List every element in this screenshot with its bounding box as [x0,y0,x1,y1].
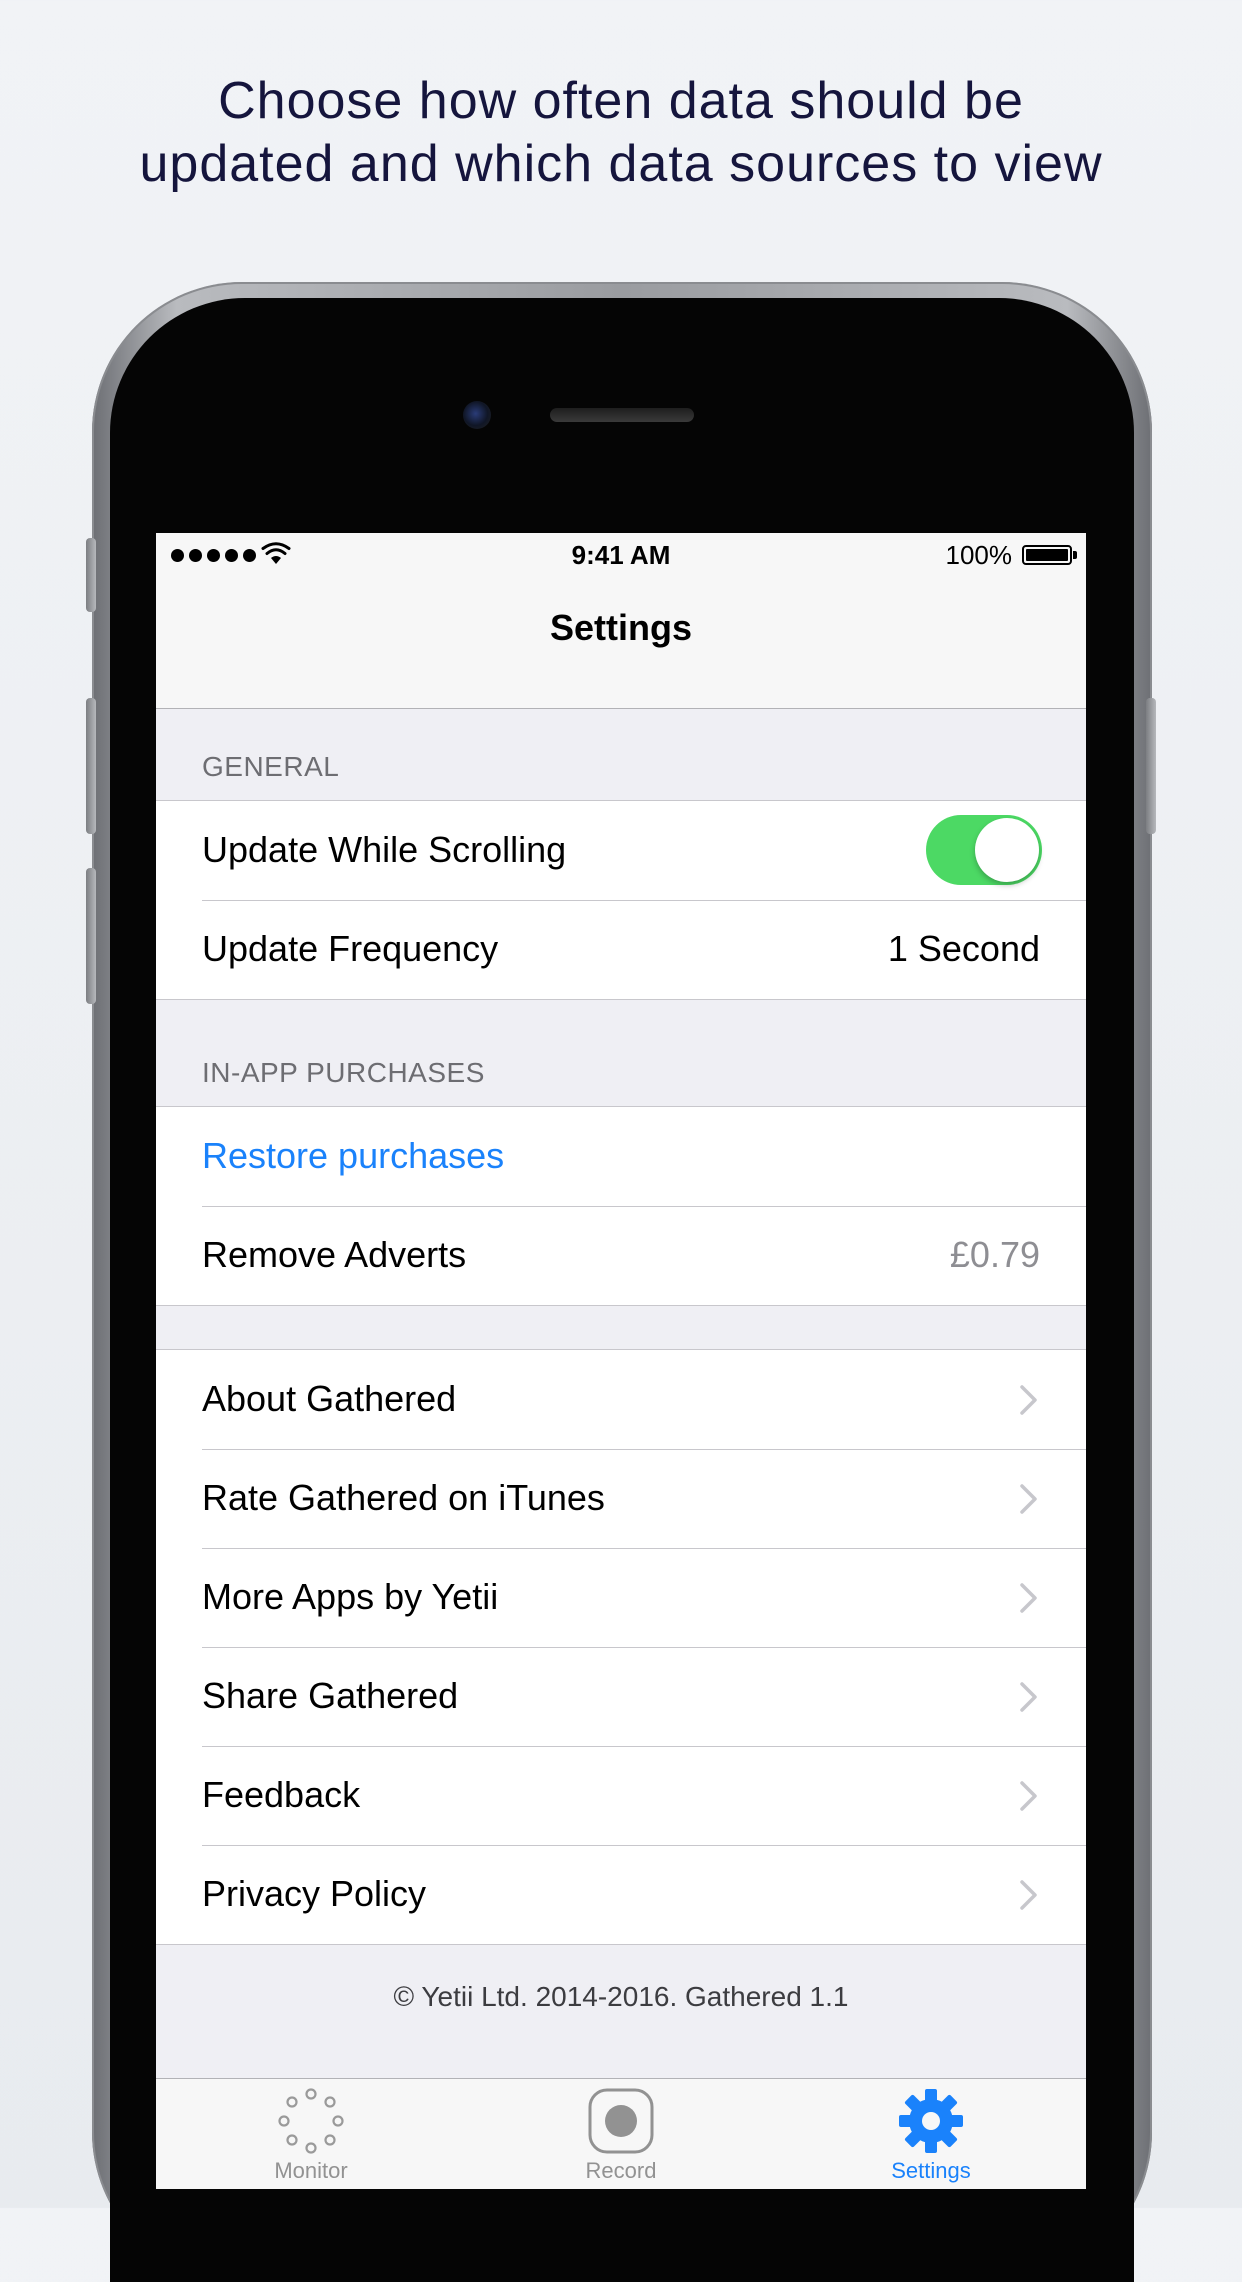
row-label: About Gathered [202,1378,457,1419]
tab-settings[interactable]: Settings [776,2079,1086,2189]
tab-label: Record [585,2158,657,2183]
row-label: Update Frequency [202,928,499,969]
monitor-icon [278,2088,344,2154]
headline: Choose how often data should be updated … [0,70,1242,196]
earpiece-speaker [550,408,694,422]
row-update-while-scrolling: Update While Scrolling [156,801,1086,900]
row-about-gathered[interactable]: About Gathered [156,1350,1086,1449]
row-label: Update While Scrolling [202,829,567,870]
mute-switch [86,538,96,612]
row-privacy-policy[interactable]: Privacy Policy [156,1845,1086,1944]
toggle-knob [975,818,1039,882]
tab-monitor[interactable]: Monitor [156,2079,466,2189]
restore-purchases-link: Restore purchases [202,1135,505,1176]
row-label: More Apps by Yetii [202,1576,499,1617]
volume-up-button [86,698,96,834]
chevron-right-icon [1020,1484,1037,1514]
battery-percentage: 100% [945,540,1013,570]
row-more-apps[interactable]: More Apps by Yetii [156,1548,1086,1647]
row-feedback[interactable]: Feedback [156,1746,1086,1845]
row-label: Privacy Policy [202,1873,427,1914]
record-icon [588,2088,654,2154]
chevron-right-icon [1020,1583,1037,1613]
status-bar: 9:41 AM 100% [156,533,1086,577]
power-button [1146,698,1156,834]
section-header-general: GENERAL [202,751,340,782]
row-update-frequency[interactable]: Update Frequency 1 Second [156,900,1086,999]
row-label: Remove Adverts [202,1234,467,1275]
tab-bar: Monitor Record Settings [156,2078,1086,2189]
row-rate-on-itunes[interactable]: Rate Gathered on iTunes [156,1449,1086,1548]
section-header-in-app-purchases: IN-APP PURCHASES [202,1057,485,1088]
battery-nub [1073,551,1077,559]
update-frequency-value: 1 Second [887,928,1040,969]
headline-line-2: updated and which data sources to view [139,135,1103,193]
group-general: Update While Scrolling Update Frequency … [156,800,1086,1000]
row-label: Share Gathered [202,1675,459,1716]
headline-line-1: Choose how often data should be [218,72,1024,130]
remove-adverts-price: £0.79 [949,1234,1040,1275]
row-label: Rate Gathered on iTunes [202,1477,605,1518]
update-while-scrolling-toggle[interactable] [926,815,1042,885]
chevron-right-icon [1020,1781,1037,1811]
group-about-links: About Gathered Rate Gathered on iTunes M… [156,1349,1086,1945]
row-restore-purchases[interactable]: Restore purchases [156,1107,1086,1206]
tab-label: Monitor [274,2158,348,2183]
gear-icon [899,2089,963,2153]
chevron-right-icon [1020,1682,1037,1712]
volume-down-button [86,868,96,1004]
row-remove-adverts[interactable]: Remove Adverts £0.79 [156,1206,1086,1305]
chevron-right-icon [1020,1880,1037,1910]
front-camera [463,401,491,429]
battery-icon [1022,545,1072,565]
page-title: Settings [549,607,692,648]
tab-record[interactable]: Record [466,2079,776,2189]
copyright-footer: © Yetii Ltd. 2014-2016. Gathered 1.1 [393,1981,849,2012]
group-in-app-purchases: Restore purchases Remove Adverts £0.79 [156,1106,1086,1306]
app-screen: 9:41 AM 100% Settings GENERAL Update Whi… [156,533,1086,2189]
row-label: Feedback [202,1774,361,1815]
row-share-gathered[interactable]: Share Gathered [156,1647,1086,1746]
tab-label: Settings [891,2158,971,2183]
chevron-right-icon [1020,1385,1037,1415]
